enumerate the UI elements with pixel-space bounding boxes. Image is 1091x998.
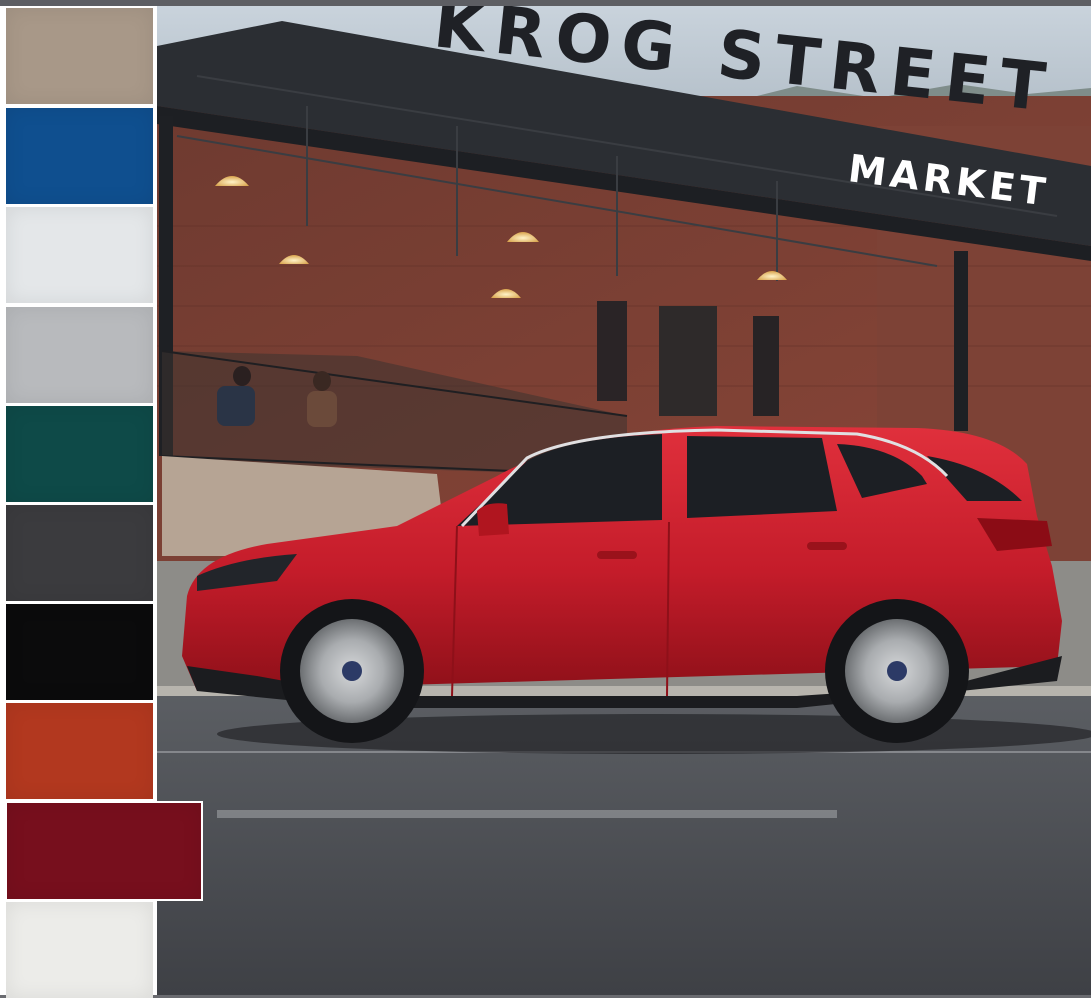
swatch-crimson[interactable]: [5, 801, 203, 901]
swatch-dark-gray[interactable]: [6, 505, 153, 601]
swatch-silver[interactable]: [6, 307, 153, 403]
vehicle-photo: KROG STREET MARKET: [157, 6, 1091, 995]
swatch-white[interactable]: [6, 207, 153, 303]
color-swatch-panel: [0, 6, 203, 998]
swatch-beige[interactable]: [6, 8, 153, 104]
swatch-teal-green[interactable]: [6, 406, 153, 502]
swatch-black[interactable]: [6, 604, 153, 700]
swatch-orange-red[interactable]: [6, 703, 153, 799]
swatch-pearl-white[interactable]: [6, 902, 153, 998]
vehicle-scene-svg: KROG STREET MARKET: [157, 6, 1091, 995]
swatch-blue[interactable]: [6, 108, 153, 204]
